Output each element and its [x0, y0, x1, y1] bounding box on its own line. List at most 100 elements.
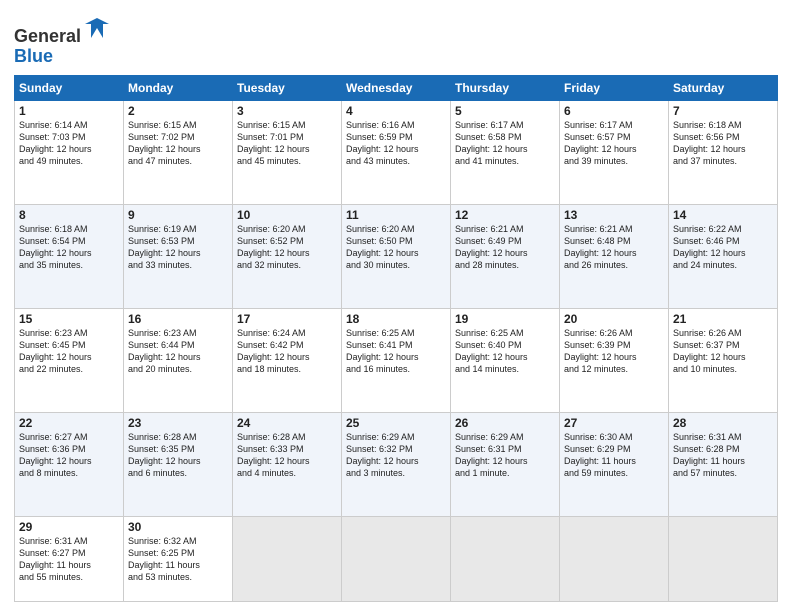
- day-info: Sunrise: 6:16 AM Sunset: 6:59 PM Dayligh…: [346, 119, 446, 168]
- calendar-cell: 27Sunrise: 6:30 AM Sunset: 6:29 PM Dayli…: [560, 412, 669, 516]
- calendar-cell: 8Sunrise: 6:18 AM Sunset: 6:54 PM Daylig…: [15, 204, 124, 308]
- weekday-header-sunday: Sunday: [15, 75, 124, 100]
- day-info: Sunrise: 6:23 AM Sunset: 6:45 PM Dayligh…: [19, 327, 119, 376]
- calendar-cell: 7Sunrise: 6:18 AM Sunset: 6:56 PM Daylig…: [669, 100, 778, 204]
- day-info: Sunrise: 6:23 AM Sunset: 6:44 PM Dayligh…: [128, 327, 228, 376]
- day-number: 28: [673, 416, 773, 430]
- logo-general: General: [14, 26, 81, 46]
- calendar-week-row: 29Sunrise: 6:31 AM Sunset: 6:27 PM Dayli…: [15, 516, 778, 601]
- day-number: 5: [455, 104, 555, 118]
- day-number: 29: [19, 520, 119, 534]
- day-number: 2: [128, 104, 228, 118]
- day-number: 14: [673, 208, 773, 222]
- day-info: Sunrise: 6:20 AM Sunset: 6:52 PM Dayligh…: [237, 223, 337, 272]
- calendar-cell: 30Sunrise: 6:32 AM Sunset: 6:25 PM Dayli…: [124, 516, 233, 601]
- calendar-cell: 15Sunrise: 6:23 AM Sunset: 6:45 PM Dayli…: [15, 308, 124, 412]
- calendar-cell: 28Sunrise: 6:31 AM Sunset: 6:28 PM Dayli…: [669, 412, 778, 516]
- header: General Blue: [14, 10, 778, 67]
- day-number: 9: [128, 208, 228, 222]
- calendar-week-row: 15Sunrise: 6:23 AM Sunset: 6:45 PM Dayli…: [15, 308, 778, 412]
- day-number: 30: [128, 520, 228, 534]
- day-info: Sunrise: 6:28 AM Sunset: 6:33 PM Dayligh…: [237, 431, 337, 480]
- day-info: Sunrise: 6:30 AM Sunset: 6:29 PM Dayligh…: [564, 431, 664, 480]
- calendar-cell: 14Sunrise: 6:22 AM Sunset: 6:46 PM Dayli…: [669, 204, 778, 308]
- day-info: Sunrise: 6:31 AM Sunset: 6:27 PM Dayligh…: [19, 535, 119, 584]
- day-number: 25: [346, 416, 446, 430]
- calendar-cell: 1Sunrise: 6:14 AM Sunset: 7:03 PM Daylig…: [15, 100, 124, 204]
- calendar-cell: 17Sunrise: 6:24 AM Sunset: 6:42 PM Dayli…: [233, 308, 342, 412]
- day-info: Sunrise: 6:28 AM Sunset: 6:35 PM Dayligh…: [128, 431, 228, 480]
- day-number: 7: [673, 104, 773, 118]
- day-number: 12: [455, 208, 555, 222]
- day-info: Sunrise: 6:26 AM Sunset: 6:37 PM Dayligh…: [673, 327, 773, 376]
- day-info: Sunrise: 6:20 AM Sunset: 6:50 PM Dayligh…: [346, 223, 446, 272]
- weekday-header-tuesday: Tuesday: [233, 75, 342, 100]
- calendar-cell: 2Sunrise: 6:15 AM Sunset: 7:02 PM Daylig…: [124, 100, 233, 204]
- day-info: Sunrise: 6:14 AM Sunset: 7:03 PM Dayligh…: [19, 119, 119, 168]
- calendar-table: SundayMondayTuesdayWednesdayThursdayFrid…: [14, 75, 778, 602]
- calendar-cell: 9Sunrise: 6:19 AM Sunset: 6:53 PM Daylig…: [124, 204, 233, 308]
- calendar-cell: [233, 516, 342, 601]
- logo: General Blue: [14, 14, 111, 67]
- day-number: 19: [455, 312, 555, 326]
- day-info: Sunrise: 6:21 AM Sunset: 6:48 PM Dayligh…: [564, 223, 664, 272]
- day-number: 27: [564, 416, 664, 430]
- calendar-cell: 13Sunrise: 6:21 AM Sunset: 6:48 PM Dayli…: [560, 204, 669, 308]
- day-number: 4: [346, 104, 446, 118]
- day-info: Sunrise: 6:25 AM Sunset: 6:41 PM Dayligh…: [346, 327, 446, 376]
- day-info: Sunrise: 6:29 AM Sunset: 6:31 PM Dayligh…: [455, 431, 555, 480]
- day-info: Sunrise: 6:18 AM Sunset: 6:56 PM Dayligh…: [673, 119, 773, 168]
- day-info: Sunrise: 6:18 AM Sunset: 6:54 PM Dayligh…: [19, 223, 119, 272]
- day-info: Sunrise: 6:26 AM Sunset: 6:39 PM Dayligh…: [564, 327, 664, 376]
- day-info: Sunrise: 6:24 AM Sunset: 6:42 PM Dayligh…: [237, 327, 337, 376]
- calendar-week-row: 1Sunrise: 6:14 AM Sunset: 7:03 PM Daylig…: [15, 100, 778, 204]
- weekday-header-friday: Friday: [560, 75, 669, 100]
- day-number: 22: [19, 416, 119, 430]
- day-info: Sunrise: 6:31 AM Sunset: 6:28 PM Dayligh…: [673, 431, 773, 480]
- day-number: 17: [237, 312, 337, 326]
- calendar-week-row: 22Sunrise: 6:27 AM Sunset: 6:36 PM Dayli…: [15, 412, 778, 516]
- calendar-cell: 21Sunrise: 6:26 AM Sunset: 6:37 PM Dayli…: [669, 308, 778, 412]
- day-info: Sunrise: 6:17 AM Sunset: 6:57 PM Dayligh…: [564, 119, 664, 168]
- day-number: 23: [128, 416, 228, 430]
- calendar-cell: [342, 516, 451, 601]
- calendar-week-row: 8Sunrise: 6:18 AM Sunset: 6:54 PM Daylig…: [15, 204, 778, 308]
- day-number: 6: [564, 104, 664, 118]
- day-number: 11: [346, 208, 446, 222]
- calendar-cell: 12Sunrise: 6:21 AM Sunset: 6:49 PM Dayli…: [451, 204, 560, 308]
- day-info: Sunrise: 6:27 AM Sunset: 6:36 PM Dayligh…: [19, 431, 119, 480]
- calendar-cell: [451, 516, 560, 601]
- day-number: 8: [19, 208, 119, 222]
- day-info: Sunrise: 6:22 AM Sunset: 6:46 PM Dayligh…: [673, 223, 773, 272]
- calendar-cell: [669, 516, 778, 601]
- day-info: Sunrise: 6:15 AM Sunset: 7:02 PM Dayligh…: [128, 119, 228, 168]
- day-info: Sunrise: 6:19 AM Sunset: 6:53 PM Dayligh…: [128, 223, 228, 272]
- calendar-cell: 26Sunrise: 6:29 AM Sunset: 6:31 PM Dayli…: [451, 412, 560, 516]
- day-info: Sunrise: 6:21 AM Sunset: 6:49 PM Dayligh…: [455, 223, 555, 272]
- day-info: Sunrise: 6:29 AM Sunset: 6:32 PM Dayligh…: [346, 431, 446, 480]
- calendar-cell: 25Sunrise: 6:29 AM Sunset: 6:32 PM Dayli…: [342, 412, 451, 516]
- calendar-cell: 5Sunrise: 6:17 AM Sunset: 6:58 PM Daylig…: [451, 100, 560, 204]
- calendar-cell: 20Sunrise: 6:26 AM Sunset: 6:39 PM Dayli…: [560, 308, 669, 412]
- day-info: Sunrise: 6:32 AM Sunset: 6:25 PM Dayligh…: [128, 535, 228, 584]
- calendar-cell: 23Sunrise: 6:28 AM Sunset: 6:35 PM Dayli…: [124, 412, 233, 516]
- calendar-cell: 18Sunrise: 6:25 AM Sunset: 6:41 PM Dayli…: [342, 308, 451, 412]
- day-number: 3: [237, 104, 337, 118]
- day-number: 26: [455, 416, 555, 430]
- weekday-header-wednesday: Wednesday: [342, 75, 451, 100]
- calendar-cell: 22Sunrise: 6:27 AM Sunset: 6:36 PM Dayli…: [15, 412, 124, 516]
- day-info: Sunrise: 6:17 AM Sunset: 6:58 PM Dayligh…: [455, 119, 555, 168]
- calendar-cell: 29Sunrise: 6:31 AM Sunset: 6:27 PM Dayli…: [15, 516, 124, 601]
- weekday-header-row: SundayMondayTuesdayWednesdayThursdayFrid…: [15, 75, 778, 100]
- logo-blue: Blue: [14, 46, 53, 66]
- day-number: 10: [237, 208, 337, 222]
- calendar-cell: 24Sunrise: 6:28 AM Sunset: 6:33 PM Dayli…: [233, 412, 342, 516]
- calendar-cell: 10Sunrise: 6:20 AM Sunset: 6:52 PM Dayli…: [233, 204, 342, 308]
- calendar-cell: 6Sunrise: 6:17 AM Sunset: 6:57 PM Daylig…: [560, 100, 669, 204]
- day-info: Sunrise: 6:25 AM Sunset: 6:40 PM Dayligh…: [455, 327, 555, 376]
- day-number: 16: [128, 312, 228, 326]
- calendar-cell: [560, 516, 669, 601]
- day-number: 15: [19, 312, 119, 326]
- day-number: 1: [19, 104, 119, 118]
- day-info: Sunrise: 6:15 AM Sunset: 7:01 PM Dayligh…: [237, 119, 337, 168]
